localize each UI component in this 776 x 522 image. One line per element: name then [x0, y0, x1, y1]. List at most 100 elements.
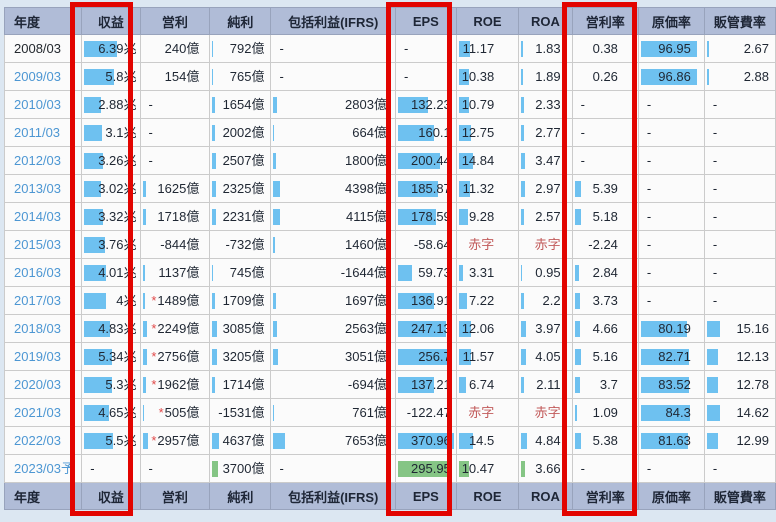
cell-content: 3.26兆 [83, 148, 139, 174]
value-label: 3.47 [535, 153, 561, 168]
column-footer-cell-revenue: 収益 [81, 482, 141, 510]
value-label: 4.84 [535, 433, 561, 448]
value-label: 1800億 [345, 153, 387, 168]
year-link[interactable]: 2022/03 [6, 428, 81, 454]
sga-cell: 12.99 [703, 426, 776, 455]
year-link[interactable]: 2021/03 [6, 400, 81, 426]
op-cell: *2249億 [139, 314, 211, 343]
year-link[interactable]: 2020/03 [6, 372, 81, 398]
cell-content: 5.34兆 [83, 344, 139, 370]
year-link[interactable]: 2013/03 [6, 176, 81, 202]
year-cell[interactable]: 2013/03 [3, 174, 83, 203]
year-link[interactable]: 2019/03 [6, 344, 81, 370]
net-cell: 3085億 [209, 314, 272, 343]
opm-cell: - [571, 118, 639, 147]
value-label: 2.67 [743, 41, 769, 56]
op-cell: 154億 [139, 62, 211, 91]
year-link[interactable]: 2018/03 [6, 316, 81, 342]
year-link[interactable]: 2023/03予 [6, 456, 81, 482]
year-link[interactable]: 2010/03 [6, 92, 81, 118]
op-cell: 1137億 [139, 258, 211, 287]
cost-cell: - [637, 146, 705, 175]
cell-content: 2.88 [705, 64, 774, 90]
value-label: 5.5兆 [105, 433, 137, 448]
year-cell[interactable]: 2014/03 [3, 202, 83, 231]
year-cell[interactable]: 2010/03 [3, 90, 83, 119]
value-label: - [279, 41, 284, 56]
value-label: 4398億 [345, 181, 387, 196]
value-label: - [646, 153, 652, 168]
value-label: 11.57 [462, 349, 495, 364]
value-label: 240億 [164, 41, 200, 56]
value-label: - [646, 97, 652, 112]
table-row: 2012/03 3.26兆 -2507億 1800億 200.44 14.84 3.47- -… [3, 146, 776, 175]
year-cell[interactable]: 2017/03 [3, 286, 83, 315]
value-label: - [646, 461, 652, 476]
cell-content: 4.65兆 [83, 400, 139, 426]
year-link[interactable]: 2016/03 [6, 260, 81, 286]
column-footer-cell-roa: ROA [518, 482, 573, 510]
value-label: - [646, 293, 652, 308]
cell-content: 3.31 [457, 260, 517, 286]
cell-content: 761億 [272, 400, 394, 426]
value-label: 1460億 [345, 237, 387, 252]
value-label: - [148, 97, 153, 112]
year-link[interactable]: 2012/03 [6, 148, 81, 174]
year-cell[interactable]: 2016/03 [3, 258, 83, 287]
roa-cell: 3.47 [518, 146, 573, 175]
cell-content: 11.17 [457, 36, 517, 62]
cell-content: 3205億 [211, 344, 270, 370]
year-cell[interactable]: 2021/03 [3, 398, 83, 427]
comp-cell: 4398億 [270, 174, 396, 203]
value-label: 6.74 [468, 377, 495, 392]
eps-cell: 137.21 [394, 370, 457, 399]
year-link[interactable]: 2015/03 [6, 232, 81, 258]
value-label: 136.91 [411, 293, 451, 308]
year-cell[interactable]: 2020/03 [3, 370, 83, 399]
year-link[interactable]: 2014/03 [6, 204, 81, 230]
year-cell[interactable]: 2011/03 [3, 118, 83, 147]
year-cell[interactable]: 2023/03予 [3, 454, 83, 483]
restated-asterisk: * [151, 349, 157, 364]
year-cell[interactable]: 2018/03 [3, 314, 83, 343]
value-label: 4.66 [592, 321, 618, 336]
value-label: - [580, 461, 585, 476]
year-cell[interactable]: 2015/03 [3, 230, 83, 259]
cost-cell: - [637, 90, 705, 119]
table-row: 2020/03 5.3兆 *1962億 1714億 -694億 137.21 6.74 2.1… [3, 370, 776, 399]
value-label: 200.44 [411, 153, 451, 168]
roa-cell: 2.33 [518, 90, 573, 119]
year-link[interactable]: 2009/03 [6, 64, 81, 90]
value-label: - [403, 41, 409, 56]
column-header-cell-comp: 包括利益(IFRS) [270, 7, 396, 35]
cell-content: 1709億 [211, 288, 270, 314]
cell-content: - [705, 120, 774, 146]
year-cell[interactable]: 2019/03 [3, 342, 83, 371]
cell-content: 2.2 [520, 288, 571, 314]
value-label: *1962億 [151, 377, 200, 392]
restated-asterisk: * [151, 377, 157, 392]
value-label: 2.88 [743, 69, 769, 84]
opm-cell: -2.24 [571, 230, 639, 259]
sga-cell: - [703, 118, 776, 147]
eps-cell: 200.44 [394, 146, 457, 175]
value-label: - [279, 461, 284, 476]
year-cell[interactable]: 2009/03 [3, 62, 83, 91]
sga-cell: - [703, 146, 776, 175]
cell-content: 11.57 [457, 344, 517, 370]
cost-cell: 83.52 [637, 370, 705, 399]
value-label: 1697億 [345, 293, 387, 308]
value-label: 792億 [229, 41, 265, 56]
value-label: 3.73 [592, 293, 618, 308]
value-label: - [712, 181, 718, 196]
year-cell[interactable]: 2022/03 [3, 426, 83, 455]
year-link[interactable]: 2011/03 [6, 120, 81, 146]
net-cell: 792億 [209, 34, 272, 63]
value-label: 3.7 [599, 377, 618, 392]
cell-content: 2.88兆 [83, 92, 139, 118]
year-cell[interactable]: 2012/03 [3, 146, 83, 175]
year-link[interactable]: 2017/03 [6, 288, 81, 314]
column-footer-row: 年度 収益 営利 純利 包括利益(IFRS) EPS ROE ROA 営利率 原価率 販管費率 [3, 482, 776, 510]
sga-cell: - [703, 454, 776, 483]
cost-cell: 84.3 [637, 398, 705, 427]
